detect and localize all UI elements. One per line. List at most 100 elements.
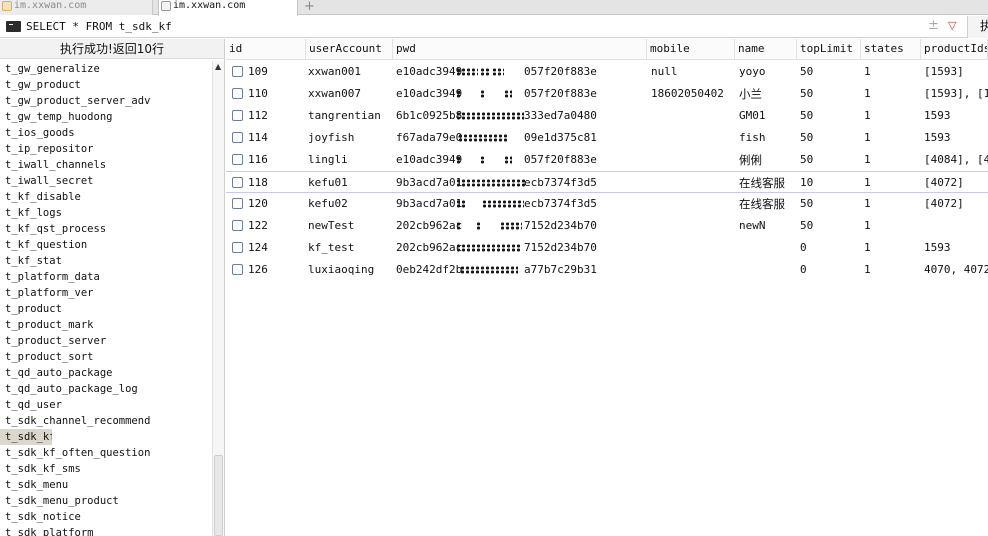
table-item-t-kf-logs[interactable]: t_kf_logs — [0, 205, 212, 221]
scrollbar-thumb[interactable] — [214, 455, 223, 536]
cell-states[interactable]: 1 — [864, 149, 871, 171]
cell-toplimit[interactable]: 0 — [800, 237, 807, 259]
cell-toplimit[interactable]: 50 — [800, 127, 813, 149]
cell-pwd-start[interactable]: 202cb962ac — [396, 237, 462, 259]
row-checkbox[interactable] — [232, 132, 243, 143]
table-item-t-sdk-menu-product[interactable]: t_sdk_menu_product — [0, 493, 212, 509]
table-item-t-gw-product-server-adv[interactable]: t_gw_product_server_adv — [0, 93, 212, 109]
table-row[interactable]: 126 luxiaoqing 0 1 4070, 4072, 4 0eb242df2b a7… — [226, 259, 988, 281]
table-item-t-product[interactable]: t_product — [0, 301, 212, 317]
query-input[interactable]: SELECT * FROM t_sdk_kf — [26, 20, 172, 33]
cell-name[interactable]: 在线客服 — [739, 193, 785, 215]
table-item-t-sdk-platform[interactable]: t_sdk_platform — [0, 525, 212, 536]
cell-toplimit[interactable]: 50 — [800, 105, 813, 127]
cell-productids[interactable]: 1593 — [924, 127, 951, 149]
table-item-t-kf-disable[interactable]: t_kf_disable — [0, 189, 212, 205]
table-row[interactable]: 114 joyfish fish 50 1 1593 f67ada79e0 09e1d375c… — [226, 127, 988, 149]
cell-toplimit[interactable]: 50 — [800, 215, 813, 237]
cell-name[interactable]: yoyo — [739, 61, 766, 83]
table-item-t-product-sort[interactable]: t_product_sort — [0, 349, 212, 365]
cell-pwd-end[interactable]: ecb7374f3d5 — [524, 172, 597, 194]
cell-toplimit[interactable]: 50 — [800, 83, 813, 105]
table-row[interactable]: 124 kf_test 0 1 1593 202cb962ac 7152d234b70 — [226, 237, 988, 259]
cell-pwd-end[interactable]: ecb7374f3d5 — [524, 193, 597, 215]
cell-toplimit[interactable]: 50 — [800, 149, 813, 171]
row-checkbox[interactable] — [232, 198, 243, 209]
cell-states[interactable]: 1 — [864, 172, 871, 194]
table-item-t-qd-user[interactable]: t_qd_user — [0, 397, 212, 413]
cell-productids[interactable]: [4084], [407 — [924, 149, 988, 171]
cell-productids[interactable]: 4070, 4072, 4 — [924, 259, 988, 281]
cell-id[interactable]: 112 — [248, 105, 268, 127]
cell-useraccount[interactable]: tangrentian — [308, 105, 381, 127]
cell-pwd-end[interactable]: 057f20f883e — [524, 149, 597, 171]
history-dropdown-icon[interactable]: ▽ — [948, 19, 956, 32]
cell-name[interactable]: 小兰 — [739, 83, 762, 105]
row-checkbox[interactable] — [232, 220, 243, 231]
column-header-mobile[interactable]: mobile — [647, 39, 735, 60]
cell-productids[interactable]: 1593 — [924, 105, 951, 127]
cell-states[interactable]: 1 — [864, 127, 871, 149]
cell-pwd-end[interactable]: 09e1d375c81 — [524, 127, 597, 149]
cell-states[interactable]: 1 — [864, 83, 871, 105]
table-item-t-kf-question[interactable]: t_kf_question — [0, 237, 212, 253]
column-header-id[interactable]: id — [226, 39, 306, 60]
row-checkbox[interactable] — [232, 66, 243, 77]
cell-toplimit[interactable]: 50 — [800, 61, 813, 83]
table-item-t-gw-temp-huodong[interactable]: t_gw_temp_huodong — [0, 109, 212, 125]
cell-pwd-end[interactable]: 7152d234b70 — [524, 215, 597, 237]
cell-name[interactable]: 俐俐 — [739, 149, 762, 171]
format-icon[interactable]: ± — [928, 18, 939, 33]
cell-id[interactable]: 116 — [248, 149, 268, 171]
table-row[interactable]: 122 newTest newN 50 1 202cb962ac 7152d234b70 — [226, 215, 988, 237]
cell-productids[interactable]: [4072] — [924, 193, 964, 215]
table-item-t-iwall-secret[interactable]: t_iwall_secret — [0, 173, 212, 189]
table-item-t-qd-auto-package-log[interactable]: t_qd_auto_package_log — [0, 381, 212, 397]
table-row[interactable]: 120 kefu02 在线客服 50 1 [4072] 9b3acd7a01 ecb7374f… — [226, 193, 988, 215]
cell-pwd-start[interactable]: 6b1c0925b8 — [396, 105, 462, 127]
cell-id[interactable]: 114 — [248, 127, 268, 149]
cell-states[interactable]: 1 — [864, 215, 871, 237]
cell-useraccount[interactable]: lingli — [308, 149, 348, 171]
table-item-t-sdk-menu[interactable]: t_sdk_menu — [0, 477, 212, 493]
tab-im-xxwan-2[interactable]: im.xxwan.com — [158, 0, 298, 16]
table-item-t-sdk-kf[interactable]: t_sdk_kf — [0, 429, 52, 445]
column-header-name[interactable]: name — [735, 39, 797, 60]
run-button[interactable]: 执行 — [967, 16, 988, 38]
scroll-up-icon[interactable]: ▲ — [215, 62, 221, 71]
table-item-t-ip-repositor[interactable]: t_ip_repositor — [0, 141, 212, 157]
cell-useraccount[interactable]: xxwan007 — [308, 83, 361, 105]
cell-id[interactable]: 120 — [248, 193, 268, 215]
cell-useraccount[interactable]: luxiaoqing — [308, 259, 374, 281]
table-item-t-platform-data[interactable]: t_platform_data — [0, 269, 212, 285]
cell-toplimit[interactable]: 0 — [800, 259, 807, 281]
cell-pwd-end[interactable]: 057f20f883e — [524, 61, 597, 83]
cell-pwd-start[interactable]: e10adc3949 — [396, 83, 462, 105]
cell-states[interactable]: 1 — [864, 105, 871, 127]
table-item-t-ios-goods[interactable]: t_ios_goods — [0, 125, 212, 141]
row-checkbox[interactable] — [232, 154, 243, 165]
cell-useraccount[interactable]: xxwan001 — [308, 61, 361, 83]
cell-productids[interactable]: [1593], [159 — [924, 83, 988, 105]
table-item-t-kf-stat[interactable]: t_kf_stat — [0, 253, 212, 269]
cell-pwd-start[interactable]: e10adc3949 — [396, 61, 462, 83]
cell-useraccount[interactable]: joyfish — [308, 127, 354, 149]
table-item-t-product-server[interactable]: t_product_server — [0, 333, 212, 349]
cell-pwd-end[interactable]: 057f20f883e — [524, 83, 597, 105]
table-item-t-kf-qst-process[interactable]: t_kf_qst_process — [0, 221, 212, 237]
column-header-productids[interactable]: productIds — [921, 39, 988, 60]
cell-id[interactable]: 124 — [248, 237, 268, 259]
row-checkbox[interactable] — [232, 177, 243, 188]
cell-productids[interactable]: [4072] — [924, 172, 964, 194]
table-item-t-gw-generalize[interactable]: t_gw_generalize — [0, 61, 212, 77]
cell-useraccount[interactable]: kf_test — [308, 237, 354, 259]
row-checkbox[interactable] — [232, 242, 243, 253]
table-row[interactable]: 116 lingli 俐俐 50 1 [4084], [407 e10adc3949 057f… — [226, 149, 988, 171]
cell-id[interactable]: 126 — [248, 259, 268, 281]
table-item-t-sdk-channel-recommend[interactable]: t_sdk_channel_recommend — [0, 413, 212, 429]
row-checkbox[interactable] — [232, 264, 243, 275]
cell-pwd-start[interactable]: f67ada79e0 — [396, 127, 462, 149]
table-item-t-sdk-kf-sms[interactable]: t_sdk_kf_sms — [0, 461, 212, 477]
cell-id[interactable]: 122 — [248, 215, 268, 237]
cell-id[interactable]: 109 — [248, 61, 268, 83]
